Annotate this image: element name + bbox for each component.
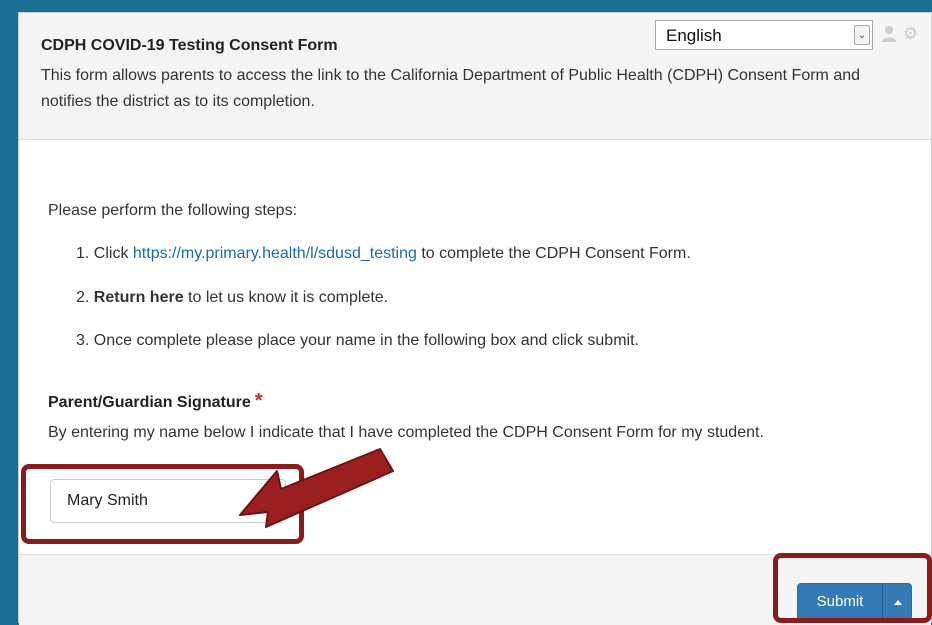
step-3: 3. Once complete please place your name … (76, 332, 639, 349)
signature-help-text: By entering my name below I indicate tha… (48, 424, 764, 441)
signature-name-input[interactable] (50, 479, 286, 523)
step-2-bold: Return here (93, 289, 184, 306)
form-description: This form allows parents to access the l… (41, 67, 861, 110)
submit-options-caret-icon[interactable] (882, 583, 912, 621)
step-1-suffix: to complete the CDPH Consent Form. (416, 245, 691, 262)
signature-label-text: Parent/Guardian Signature (48, 394, 251, 411)
required-marker: * (254, 390, 263, 412)
chevron-down-icon[interactable]: ⌄ (854, 25, 870, 45)
cdph-consent-link[interactable]: https://my.primary.health/l/sdusd_testin… (133, 245, 417, 262)
steps-intro: Please perform the following steps: (48, 202, 298, 219)
step-2: 2. Return here to let us know it is comp… (76, 289, 388, 307)
form-title: CDPH COVID-19 Testing Consent Form (41, 37, 338, 54)
gear-icon[interactable]: ⚙ (903, 25, 918, 42)
language-selected-value: English (666, 26, 722, 45)
step-1-prefix: 1. Click (76, 245, 133, 262)
language-select[interactable]: English ⌄ (655, 20, 873, 50)
signature-label: Parent/Guardian Signature * (48, 390, 263, 413)
user-icon[interactable] (881, 25, 897, 47)
form-panel: CDPH COVID-19 Testing Consent Form This … (18, 12, 932, 625)
form-footer: Submit (19, 554, 931, 625)
form-header: CDPH COVID-19 Testing Consent Form This … (19, 13, 931, 140)
step-2-prefix: 2. (76, 289, 94, 306)
step-1: 1. Click https://my.primary.health/l/sdu… (76, 245, 691, 263)
submit-button[interactable]: Submit (797, 583, 883, 621)
step-2-suffix: to let us know it is complete. (183, 289, 389, 306)
